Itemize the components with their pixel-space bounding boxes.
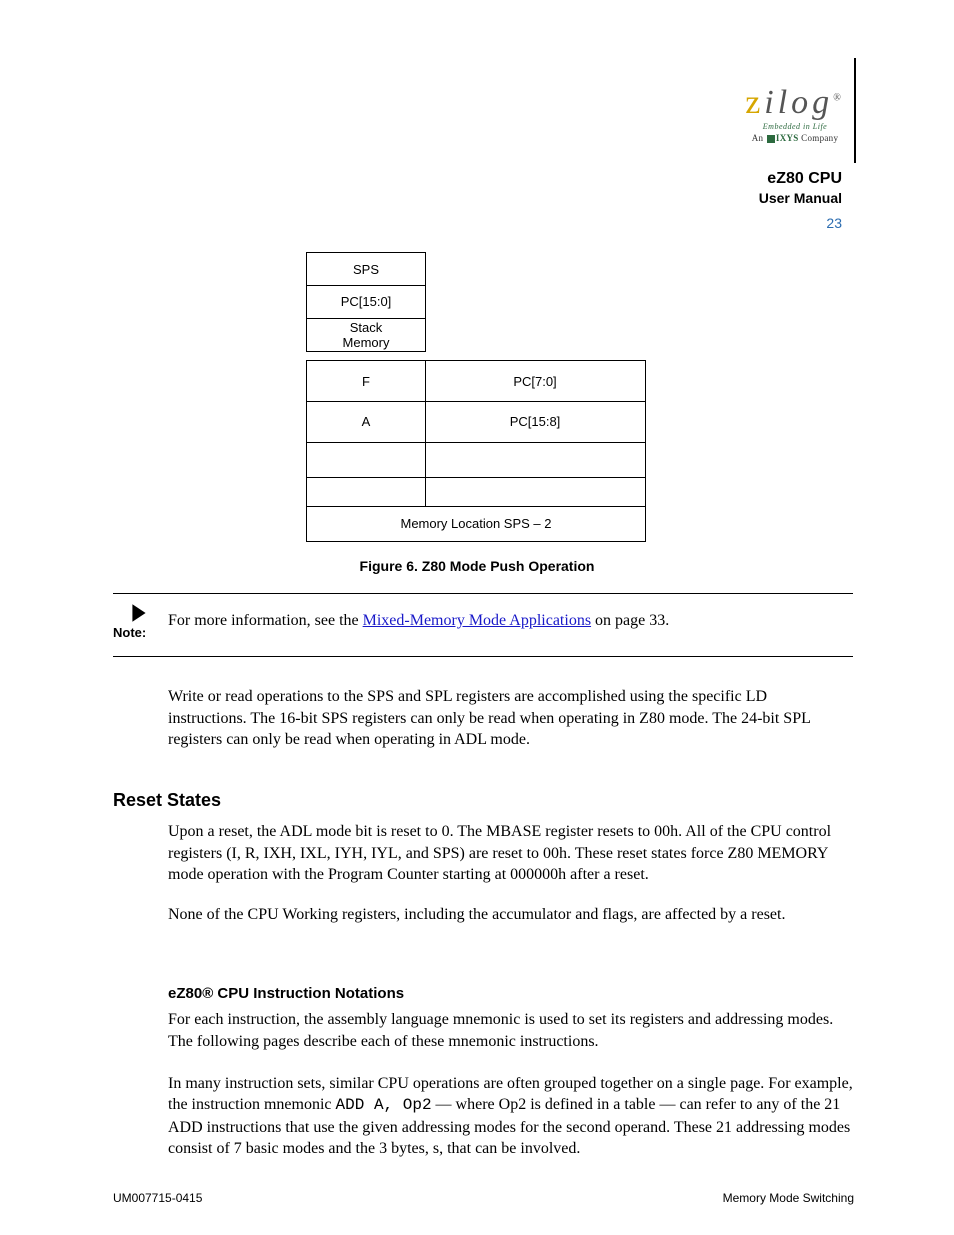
footer-section: Memory Mode Switching [723, 1191, 854, 1205]
note-text-post: on page 33. [591, 612, 669, 629]
box-stack-memory: Stack Memory [306, 318, 426, 352]
paragraph-3: None of the CPU Working registers, inclu… [168, 904, 848, 926]
ixys-box-icon [767, 135, 775, 143]
logo-rest: ilog [764, 84, 833, 121]
paragraph-4: For each instruction, the assembly langu… [168, 1009, 853, 1052]
box-pc-15-8: PC[15:8] [425, 401, 646, 443]
logo-subcompany: An IXYS Company [740, 133, 850, 143]
paragraph-2: Upon a reset, the ADL mode bit is reset … [168, 821, 853, 886]
page-number: 23 [826, 215, 842, 231]
note-text: For more information, see the Mixed-Memo… [168, 611, 838, 632]
box-blank-right [425, 442, 646, 478]
box-pc-15-0: PC[15:0] [306, 285, 426, 319]
doc-title: eZ80 CPU [767, 170, 842, 188]
logo: zilog® Embedded in Life An IXYS Company [740, 86, 850, 143]
logo-word: zilog® [740, 86, 850, 120]
logo-letter-z: z [745, 84, 764, 121]
heading-reset-states: Reset States [113, 790, 221, 811]
logo-tagline: Embedded in Life [740, 122, 850, 131]
note-text-pre: For more information, see the [168, 612, 363, 629]
box-blank-right2 [425, 477, 646, 507]
paragraph-5: In many instruction sets, similar CPU op… [168, 1073, 853, 1159]
subco-ixys: IXYS [776, 133, 799, 143]
doc-subtitle: User Manual [759, 190, 842, 206]
subco-pre: An [752, 133, 766, 143]
box-memory-location: Memory Location SPS – 2 [306, 506, 646, 542]
logo-registered: ® [833, 93, 845, 104]
p5-mono: ADD A, Op2 [336, 1096, 432, 1114]
heading-instruction-notations: eZ80® CPU Instruction Notations [168, 985, 404, 1002]
note-link[interactable]: Mixed-Memory Mode Applications [363, 612, 591, 629]
subco-post: Company [799, 133, 839, 143]
note-label: Note: [113, 625, 146, 640]
footer-doc-id: UM007715-0415 [113, 1191, 202, 1205]
paragraph-1: Write or read operations to the SPS and … [168, 686, 848, 751]
note-rule-top [113, 593, 853, 594]
header-rule [854, 58, 856, 163]
note-rule-bottom [113, 656, 853, 657]
box-blank-left [306, 442, 426, 478]
box-blank-left2 [306, 477, 426, 507]
box-sps: SPS [306, 252, 426, 286]
box-a: A [306, 401, 426, 443]
figure-caption: Figure 6. Z80 Mode Push Operation [0, 558, 954, 574]
box-flags: F [306, 360, 426, 402]
box-pc-7-0: PC[7:0] [425, 360, 646, 402]
